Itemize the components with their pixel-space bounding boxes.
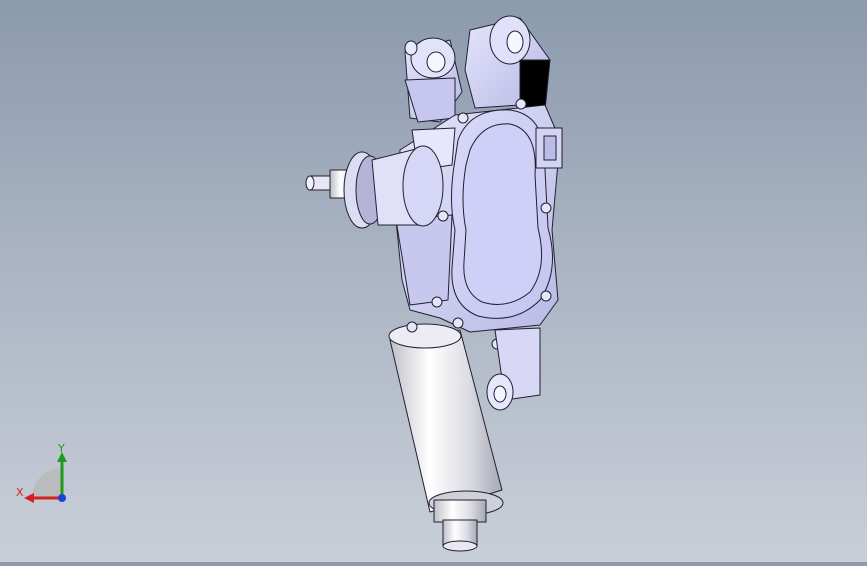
z-axis-dot <box>58 494 66 502</box>
coordinate-triad: X Y <box>10 440 80 510</box>
electric-motor <box>388 317 504 552</box>
wiper-motor-model[interactable] <box>0 0 867 562</box>
mounting-bracket-left <box>404 37 463 123</box>
axis-triad-graphic <box>24 452 67 503</box>
output-shaft <box>305 145 444 229</box>
mounting-bracket-right <box>464 15 551 113</box>
y-axis-label: Y <box>58 442 65 455</box>
3d-viewport[interactable] <box>0 0 867 562</box>
triad-plane <box>32 468 62 498</box>
x-axis-label: X <box>16 486 24 499</box>
electrical-connector <box>535 127 563 169</box>
